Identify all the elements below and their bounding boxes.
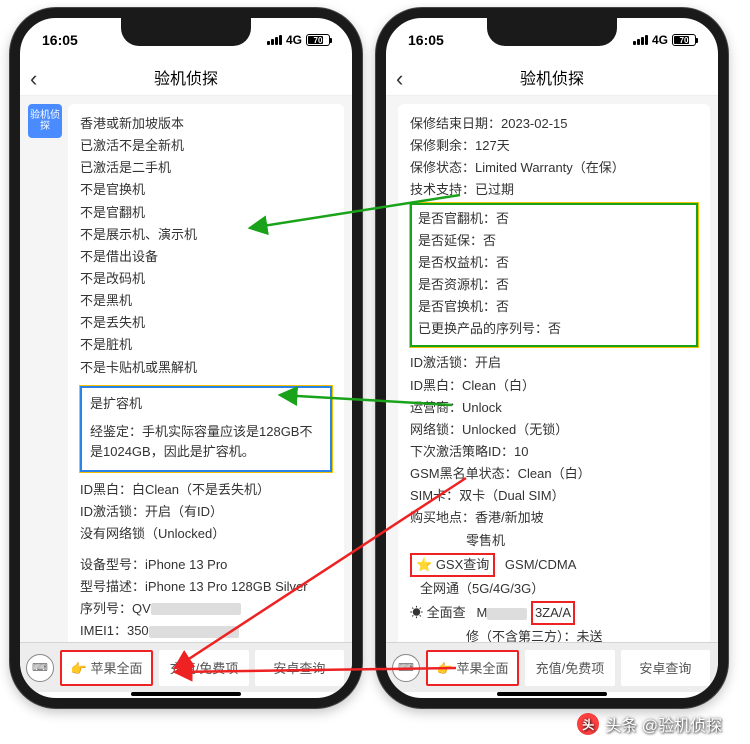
text-line: 已激活不是全新机 (80, 136, 332, 156)
text-line: 是否官换机：否 (418, 297, 690, 317)
text-line: 下次激活策略ID：10 (410, 442, 698, 462)
text-line: 没有网络锁（Unlocked） (80, 524, 332, 544)
back-icon[interactable]: ‹ (30, 66, 37, 92)
status-time: 16:05 (408, 32, 444, 48)
notch (487, 18, 617, 46)
phone-right: 16:05 4G 70 ‹ 验机侦探 保修结束日期：2023-02-15 保修剩… (376, 8, 728, 708)
text-line: 是否延保：否 (418, 231, 690, 251)
text-line: 网络锁：Unlocked（无锁） (410, 420, 698, 440)
message-bubble: 保修结束日期：2023-02-15 保修剩余：127天 保修状态：Limited… (398, 104, 710, 656)
notch (121, 18, 251, 46)
gsx-label: ⭐ GSX查询 (410, 553, 495, 577)
text-line: ID黑白：白Clean（不是丢失机） (80, 480, 332, 500)
text-line: ID黑白：Clean（白） (410, 376, 698, 396)
text-line: 不是脏机 (80, 335, 332, 355)
text-line: 香港或新加坡版本 (80, 114, 332, 134)
text-line: 已激活是二手机 (80, 158, 332, 178)
chat-body-left[interactable]: 验机侦探 香港或新加坡版本已激活不是全新机已激活是二手机不是官换机不是官翻机不是… (20, 96, 352, 656)
nav-title: 验机侦探 (520, 65, 584, 89)
text-line: 不是官换机 (80, 180, 332, 200)
bottom-bar: ⌨ 👉 苹果全面 充值/免费项 安卓查询 (386, 642, 718, 692)
home-indicator[interactable] (497, 692, 607, 696)
model-suffix-box: 3ZA/A (531, 601, 575, 625)
highlight-box-capacity: 是扩容机 经鉴定：手机实际容量应该是128GB不是1024GB，因此是扩容机。 (80, 386, 332, 472)
text-line: 购买地点：香港/新加坡 (410, 508, 698, 528)
text-line: 是否官翻机：否 (418, 209, 690, 229)
keyboard-icon[interactable]: ⌨ (392, 654, 420, 682)
keyboard-icon[interactable]: ⌨ (26, 654, 54, 682)
text-line: ID激活锁：开启 (410, 353, 698, 373)
nav-bar: ‹ 验机侦探 (386, 58, 718, 96)
signal-icon (633, 35, 648, 45)
nav-bar: ‹ 验机侦探 (20, 58, 352, 96)
text-line: SIM卡：双卡（Dual SIM） (410, 486, 698, 506)
toutiao-logo-icon: 头 (577, 713, 599, 735)
text-line: 不是展示机、演示机 (80, 225, 332, 245)
battery-icon: 70 (672, 34, 696, 46)
box-text: 经鉴定：手机实际容量应该是128GB不是1024GB，因此是扩容机。 (90, 422, 322, 462)
text-line: 运营商：Unlock (410, 398, 698, 418)
tab-charge[interactable]: 充值/免费项 (159, 650, 248, 686)
chat-body-right[interactable]: 保修结束日期：2023-02-15 保修剩余：127天 保修状态：Limited… (386, 96, 718, 656)
text-line: ID激活锁：开启（有ID） (80, 502, 332, 522)
avatar[interactable]: 验机侦探 (28, 104, 62, 138)
text-line: 零售机 (410, 531, 698, 551)
text-line: 是否资源机：否 (418, 275, 690, 295)
text-line: 是否权益机：否 (418, 253, 690, 273)
tab-android[interactable]: 安卓查询 (255, 650, 344, 686)
text-line: 不是官翻机 (80, 203, 332, 223)
battery-icon: 70 (306, 34, 330, 46)
box-title: 是扩容机 (90, 394, 322, 414)
phone-left: 16:05 4G 70 ‹ 验机侦探 验机侦探 香港或新加坡版本已激活不是全新机… (10, 8, 362, 708)
text-line: 已更换产品的序列号：否 (418, 319, 690, 339)
watermark: 头 头条 @验机侦探 (577, 712, 722, 736)
text-line: 不是借出设备 (80, 247, 332, 267)
home-indicator[interactable] (131, 692, 241, 696)
signal-icon (267, 35, 282, 45)
tab-apple[interactable]: 👉 苹果全面 (60, 650, 153, 686)
highlight-box-refurb: 是否官翻机：否是否延保：否是否权益机：否是否资源机：否是否官换机：否已更换产品的… (410, 203, 698, 348)
back-icon[interactable]: ‹ (396, 66, 403, 92)
text-line: 不是黑机 (80, 291, 332, 311)
nav-title: 验机侦探 (154, 65, 218, 89)
status-time: 16:05 (42, 32, 78, 48)
text-line: GSM黑名单状态：Clean（白） (410, 464, 698, 484)
bottom-bar: ⌨ 👉 苹果全面 充值/免费项 安卓查询 (20, 642, 352, 692)
tab-android[interactable]: 安卓查询 (621, 650, 710, 686)
message-bubble: 香港或新加坡版本已激活不是全新机已激活是二手机不是官换机不是官翻机不是展示机、演… (68, 104, 344, 656)
tab-charge[interactable]: 充值/免费项 (525, 650, 614, 686)
text-line: 不是丢失机 (80, 313, 332, 333)
text-line: 不是改码机 (80, 269, 332, 289)
text-line: 不是卡贴机或黑解机 (80, 358, 332, 378)
tab-apple[interactable]: 👉 苹果全面 (426, 650, 519, 686)
status-net: 4G (286, 33, 302, 47)
status-net: 4G (652, 33, 668, 47)
